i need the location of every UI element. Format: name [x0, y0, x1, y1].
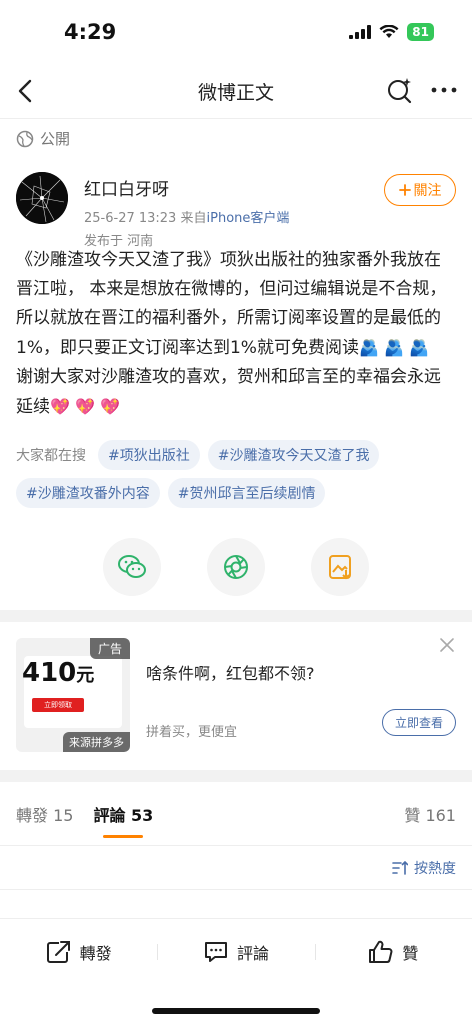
nav-bar: 微博正文	[0, 64, 472, 118]
search-tag[interactable]: #沙雕渣攻今天又渣了我	[207, 440, 380, 470]
status-icons: 81	[349, 23, 434, 41]
visibility-label: 公開	[40, 130, 71, 148]
search-tag[interactable]: #项狄出版社	[98, 440, 200, 470]
interaction-tabs: 轉發 15 評論 53 贊 161	[0, 782, 472, 846]
search-tag[interactable]: #沙雕渣攻番外内容	[16, 478, 160, 508]
like-button[interactable]: 贊	[314, 940, 472, 964]
back-button[interactable]	[10, 76, 40, 106]
ad-content: 啥条件啊，红包都不领? 拼着买，更便宜	[146, 638, 456, 754]
share-wechat-button[interactable]	[103, 538, 161, 596]
battery-indicator: 81	[407, 23, 434, 41]
share-row	[0, 508, 472, 610]
follow-button[interactable]: 關注	[384, 174, 456, 206]
hot-search-label: 大家都在搜	[16, 448, 86, 464]
post-paragraph: 谢谢大家对沙雕渣攻的喜欢，贺州和邱言至的幸福会永远延续💖 💖 💖	[16, 363, 456, 422]
section-divider	[0, 610, 472, 622]
ad-price: 410元	[22, 658, 95, 688]
status-bar: 4:29 81	[0, 0, 472, 64]
section-divider	[0, 770, 472, 782]
hot-search-row: 大家都在搜 #项狄出版社 #沙雕渣攻今天又渣了我 #沙雕渣攻番外内容 #贺州邱言…	[0, 422, 472, 508]
home-indicator	[152, 1008, 320, 1014]
post-paragraph: 《沙雕渣攻今天又渣了我》项狄出版社的独家番外我放在晋江啦， 本来是想放在微博的，…	[16, 246, 456, 363]
save-image-icon	[329, 555, 351, 580]
avatar-image	[16, 172, 68, 224]
more-icon[interactable]	[430, 76, 458, 104]
post-source[interactable]: iPhone客户端	[207, 211, 290, 226]
post-location: 发布于 河南	[84, 234, 154, 249]
comment-button[interactable]: 評論	[157, 940, 314, 964]
search-sparkle-icon[interactable]	[386, 76, 414, 104]
signal-icon	[349, 25, 372, 39]
plus-icon	[398, 184, 411, 196]
moments-icon	[224, 555, 248, 579]
share-moments-button[interactable]	[207, 538, 265, 596]
like-label: 贊	[402, 943, 419, 963]
save-image-button[interactable]	[311, 538, 369, 596]
repost-button[interactable]: 轉發	[0, 940, 157, 964]
ad-view-button[interactable]: 立即查看	[381, 709, 456, 736]
post-header: 红口白牙呀 25-6-27 13:23 来自iPhone客户端 发布于 河南 關…	[0, 158, 472, 249]
sort-icon[interactable]	[392, 860, 408, 875]
tab-likes[interactable]: 贊 161	[404, 802, 456, 826]
wifi-icon	[379, 25, 399, 38]
close-icon[interactable]	[438, 636, 456, 654]
author-block: 红口白牙呀 25-6-27 13:23 来自iPhone客户端 发布于 河南	[84, 172, 289, 249]
chevron-left-icon	[18, 79, 32, 103]
comment-icon	[204, 941, 227, 962]
ad-badge: 广告	[89, 638, 130, 659]
follow-label: 關注	[413, 183, 442, 199]
wechat-icon	[118, 555, 146, 578]
ad-source: 来源拼多多	[63, 732, 130, 752]
ad-card[interactable]: 410元 立即领取 广告 来源拼多多 啥条件啊，红包都不领? 拼着买，更便宜 立…	[0, 622, 472, 770]
sort-row: 按熱度	[0, 846, 472, 890]
sort-label[interactable]: 按熱度	[414, 858, 456, 878]
tab-repost[interactable]: 轉發 15	[16, 802, 73, 826]
emoji-hug: 🫂 🫂 🫂	[358, 338, 429, 357]
ad-title: 啥条件啊，红包都不领?	[146, 664, 315, 683]
nav-actions	[386, 76, 458, 104]
bottom-action-bar: 轉發 評論 贊	[0, 918, 472, 984]
search-tag[interactable]: #贺州邱言至后续剧情	[167, 478, 326, 508]
ad-mini-cta: 立即领取	[32, 698, 84, 712]
visibility-row: 公開	[0, 118, 472, 158]
source-prefix: 来自	[180, 211, 207, 226]
page-title: 微博正文	[197, 81, 274, 104]
ad-image[interactable]: 410元 立即领取 广告 来源拼多多	[16, 638, 130, 752]
emoji-heart: 💖 💖 💖	[50, 397, 120, 416]
globe-icon	[16, 130, 34, 147]
post-time: 25-6-27 13:23	[84, 211, 177, 226]
thumbs-up-icon	[369, 940, 393, 963]
status-time: 4:29	[64, 20, 117, 44]
ad-subtitle: 拼着买，更便宜	[146, 725, 238, 740]
post-body: 《沙雕渣攻今天又渣了我》项狄出版社的独家番外我放在晋江啦， 本来是想放在微博的，…	[0, 240, 472, 422]
repost-icon	[46, 940, 70, 963]
comment-label: 評論	[236, 943, 269, 963]
repost-label: 轉發	[79, 943, 112, 963]
avatar[interactable]	[16, 172, 68, 224]
tab-comments[interactable]: 評論 53	[93, 802, 153, 838]
author-name[interactable]: 红口白牙呀	[84, 175, 289, 200]
post-meta: 25-6-27 13:23 来自iPhone客户端	[84, 207, 289, 226]
